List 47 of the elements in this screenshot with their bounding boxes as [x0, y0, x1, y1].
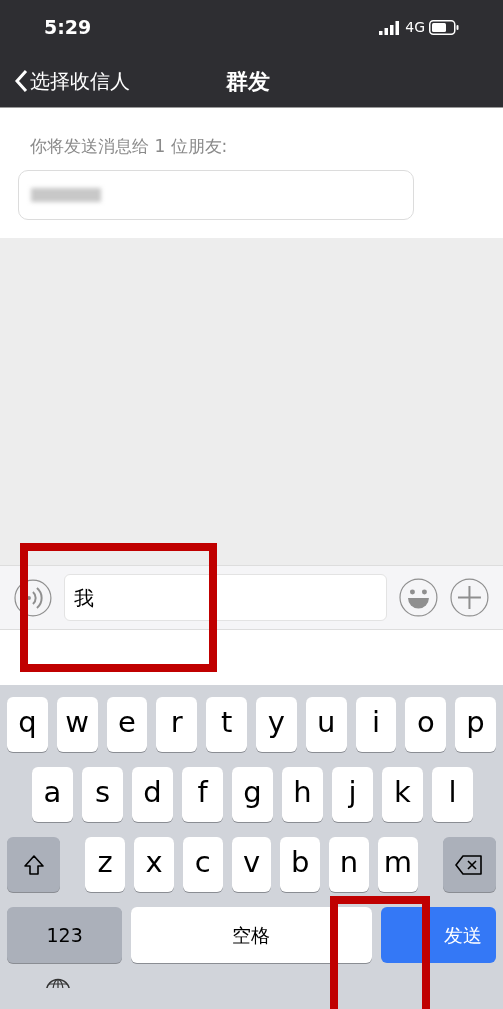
- key[interactable]: f: [182, 767, 223, 822]
- recipient-count-label: 你将发送消息给 1 位朋友:: [29, 135, 229, 158]
- key[interactable]: c: [182, 837, 223, 892]
- recipient-field[interactable]: [18, 169, 414, 220]
- key[interactable]: z: [85, 837, 126, 892]
- key[interactable]: m: [377, 837, 418, 892]
- shift-key[interactable]: [7, 837, 61, 892]
- key[interactable]: s: [82, 767, 123, 822]
- key[interactable]: k: [382, 767, 423, 822]
- key[interactable]: p: [455, 697, 496, 752]
- delete-icon: [455, 854, 484, 875]
- key[interactable]: e: [106, 697, 148, 752]
- key[interactable]: n: [329, 837, 369, 892]
- message-input-field[interactable]: 我: [63, 574, 388, 621]
- key[interactable]: q: [7, 697, 48, 752]
- space-key[interactable]: 空格: [131, 907, 372, 963]
- key[interactable]: g: [232, 767, 273, 822]
- key[interactable]: t: [206, 697, 247, 752]
- blurred-name: [31, 187, 101, 202]
- network-label: 4G: [405, 18, 425, 37]
- status-time: 5:29: [44, 15, 92, 41]
- key[interactable]: r: [156, 697, 198, 752]
- plus-icon[interactable]: [450, 578, 489, 617]
- key[interactable]: b: [280, 837, 321, 892]
- shift-icon: [22, 853, 45, 876]
- key[interactable]: x: [134, 837, 174, 892]
- key[interactable]: j: [332, 767, 373, 822]
- page-title: 群发: [226, 67, 270, 96]
- voice-icon[interactable]: [14, 578, 52, 617]
- key[interactable]: v: [231, 837, 272, 892]
- key[interactable]: u: [305, 697, 347, 752]
- key[interactable]: h: [282, 767, 323, 822]
- key[interactable]: a: [32, 767, 73, 822]
- key[interactable]: y: [256, 697, 297, 752]
- battery-icon: [429, 20, 459, 35]
- back-button[interactable]: 选择收信人: [0, 66, 130, 96]
- signal-icon: [379, 20, 402, 35]
- numbers-key[interactable]: 123: [7, 907, 123, 963]
- delete-key[interactable]: [442, 837, 497, 892]
- key[interactable]: d: [132, 767, 173, 822]
- back-chevron-icon: [14, 69, 28, 93]
- key[interactable]: l: [432, 767, 473, 822]
- key[interactable]: i: [355, 697, 397, 752]
- emoji-icon[interactable]: [399, 578, 439, 617]
- send-key[interactable]: 发送: [380, 907, 496, 963]
- key[interactable]: o: [405, 697, 447, 752]
- key[interactable]: w: [56, 697, 98, 752]
